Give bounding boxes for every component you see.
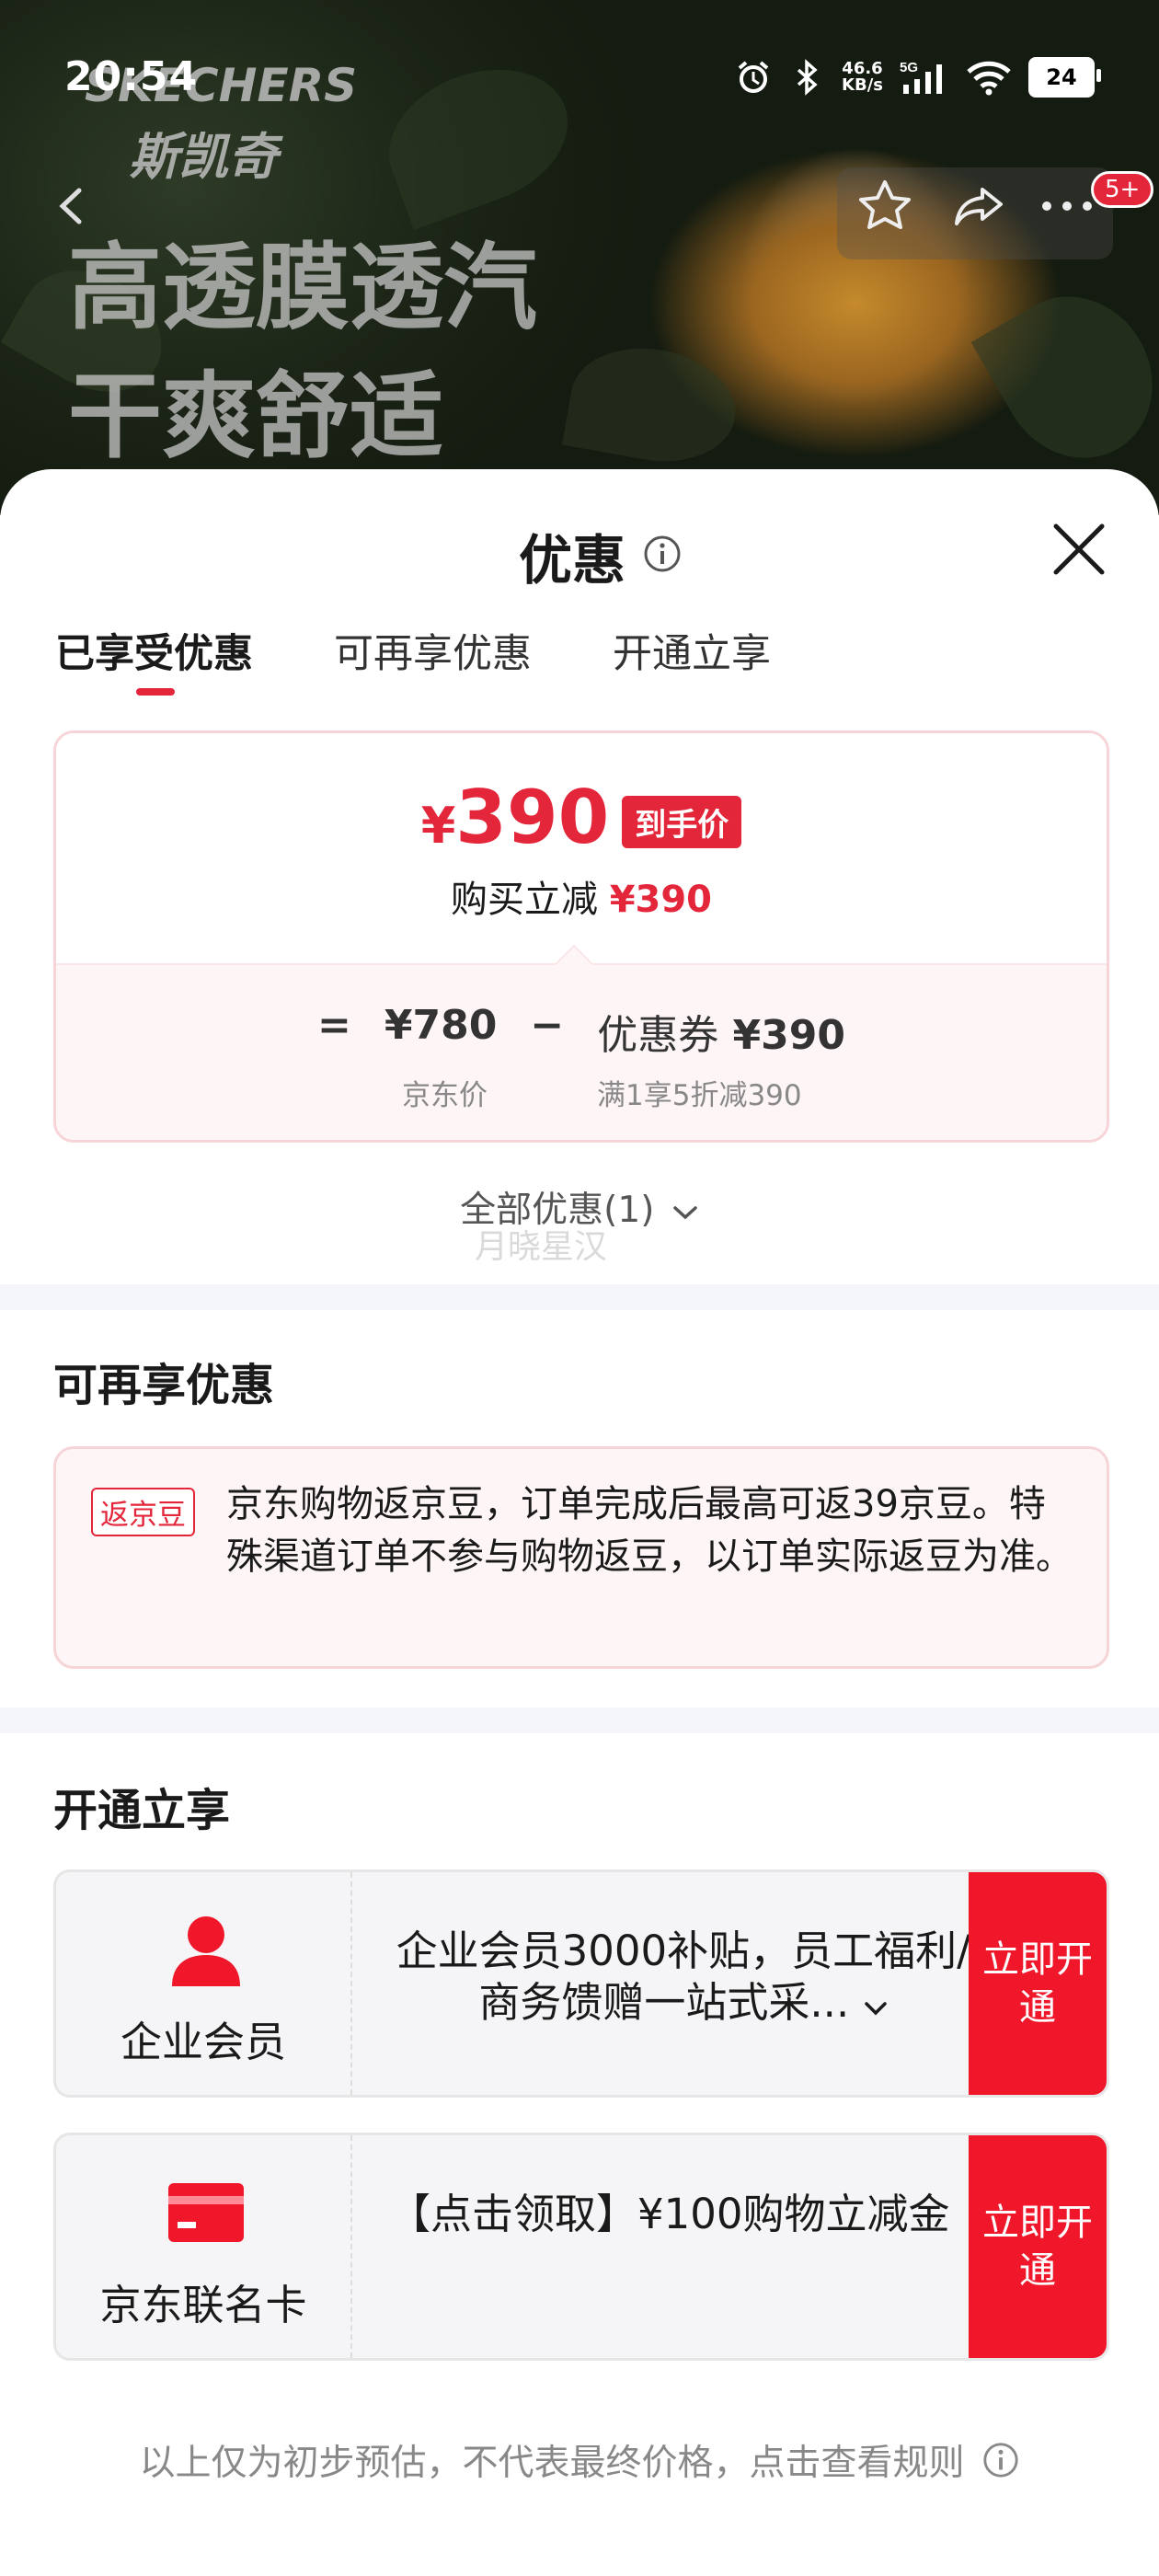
favorite-button[interactable] — [854, 175, 916, 237]
promotion-tabs: 已享受优惠 可再享优惠 开通立享 — [55, 622, 771, 696]
credit-card-icon — [165, 2176, 247, 2249]
price-breakdown-card[interactable]: ¥390 到手价 购买立减 ¥390 = ¥780 − 优惠券 ¥390 京东价… — [53, 730, 1109, 1143]
offer-left: 企业会员 — [56, 1872, 352, 2095]
info-icon[interactable] — [642, 534, 683, 578]
offer-name: 京东联名卡 — [99, 2281, 307, 2329]
jd-bean-text: 京东购物返京豆，订单完成后最高可返39京豆。特殊渠道订单不参与购物返豆，以订单实… — [226, 1483, 1073, 1578]
net-speed: 46.6 KB/s — [842, 59, 883, 95]
message-badge: 5+ — [1091, 171, 1154, 208]
tab-enjoyed[interactable]: 已享受优惠 — [55, 622, 253, 696]
status-bar: 20:54 46.6 KB/s 5G 24 — [0, 0, 1159, 138]
jd-price-label: 京东价 — [402, 1079, 488, 1112]
more-button[interactable] — [1036, 175, 1098, 237]
chevron-down-icon — [673, 1206, 697, 1220]
user-icon — [165, 1913, 247, 1986]
final-price: ¥390 — [420, 775, 610, 860]
more-dots-icon — [1042, 201, 1092, 211]
chevron-down-icon — [864, 2002, 887, 2016]
watermark-text: 月晓星汉 — [475, 1228, 608, 1266]
price-formula-line: = ¥780 − 优惠券 ¥390 — [316, 1002, 845, 1059]
instant-cut-line: 购买立减 ¥390 — [450, 879, 713, 921]
close-icon — [1053, 523, 1105, 575]
wifi-icon — [966, 59, 1012, 96]
alarm-icon — [735, 59, 772, 96]
open-now-button[interactable]: 立即开通 — [969, 2135, 1107, 2358]
sheet-header: 优惠 — [519, 517, 683, 594]
info-icon — [982, 2443, 1018, 2478]
final-price-area: ¥390 到手价 购买立减 ¥390 — [56, 733, 1107, 963]
slogan-line-2: 干爽舒适 — [68, 362, 443, 472]
sheet-title: 优惠 — [519, 529, 626, 592]
jd-price: ¥780 — [384, 1002, 498, 1049]
back-button[interactable] — [40, 175, 103, 237]
svg-text:5G: 5G — [900, 60, 918, 75]
jd-bean-rebate-card: 返京豆 京东购物返京豆，订单完成后最高可返39京豆。特殊渠道订单不参与购物返豆，… — [53, 1446, 1109, 1669]
slogan-line-1: 高透膜透汽 — [68, 234, 537, 343]
offer-left: 京东联名卡 — [56, 2135, 352, 2358]
coupon-desc: 满1享5折减390 — [597, 1079, 802, 1112]
open-now-button[interactable]: 立即开通 — [969, 1872, 1107, 2095]
tab-available[interactable]: 可再享优惠 — [334, 622, 532, 679]
final-price-line: ¥390 到手价 — [56, 781, 1107, 863]
share-icon — [955, 188, 1003, 225]
offer-name: 企业会员 — [120, 2018, 286, 2066]
star-icon — [859, 180, 911, 229]
tab-open[interactable]: 开通立享 — [613, 622, 771, 679]
status-time: 20:54 — [64, 53, 199, 100]
status-icons: 46.6 KB/s 5G 24 — [735, 57, 1101, 98]
footer-rules-note[interactable]: 以上仅为初步预估，不代表最终价格，点击查看规则 — [0, 2434, 1159, 2486]
price-formula: = ¥780 − 优惠券 ¥390 京东价 满1享5折减390 — [56, 963, 1107, 1140]
section-title-open: 开通立享 — [53, 1785, 231, 1836]
signal-5g-icon: 5G — [900, 59, 949, 96]
close-button[interactable] — [1047, 517, 1111, 581]
coupon-amount: 优惠券 ¥390 — [597, 1012, 845, 1059]
final-price-tag: 到手价 — [622, 796, 742, 848]
offer-desc[interactable]: 【点击领取】¥100购物立减金 — [389, 2189, 978, 2240]
offer-enterprise-member[interactable]: 企业会员 企业会员3000补贴，员工福利/商务馈赠一站式采... 立即开通 — [53, 1869, 1109, 2098]
battery-icon: 24 — [1028, 57, 1101, 98]
offer-jd-cobrand-card[interactable]: 京东联名卡 【点击领取】¥100购物立减金 立即开通 — [53, 2133, 1109, 2361]
section-title-available: 可再享优惠 — [53, 1360, 275, 1411]
section-divider — [0, 1284, 1159, 1310]
share-button[interactable] — [949, 175, 1012, 237]
offer-desc[interactable]: 企业会员3000补贴，员工福利/商务馈赠一站式采... — [389, 1926, 978, 2029]
jd-bean-tag: 返京豆 — [91, 1488, 195, 1536]
bluetooth-icon — [788, 59, 825, 96]
hero-slogan: 高透膜透汽 干爽舒适 — [68, 224, 537, 482]
section-divider — [0, 1708, 1159, 1733]
